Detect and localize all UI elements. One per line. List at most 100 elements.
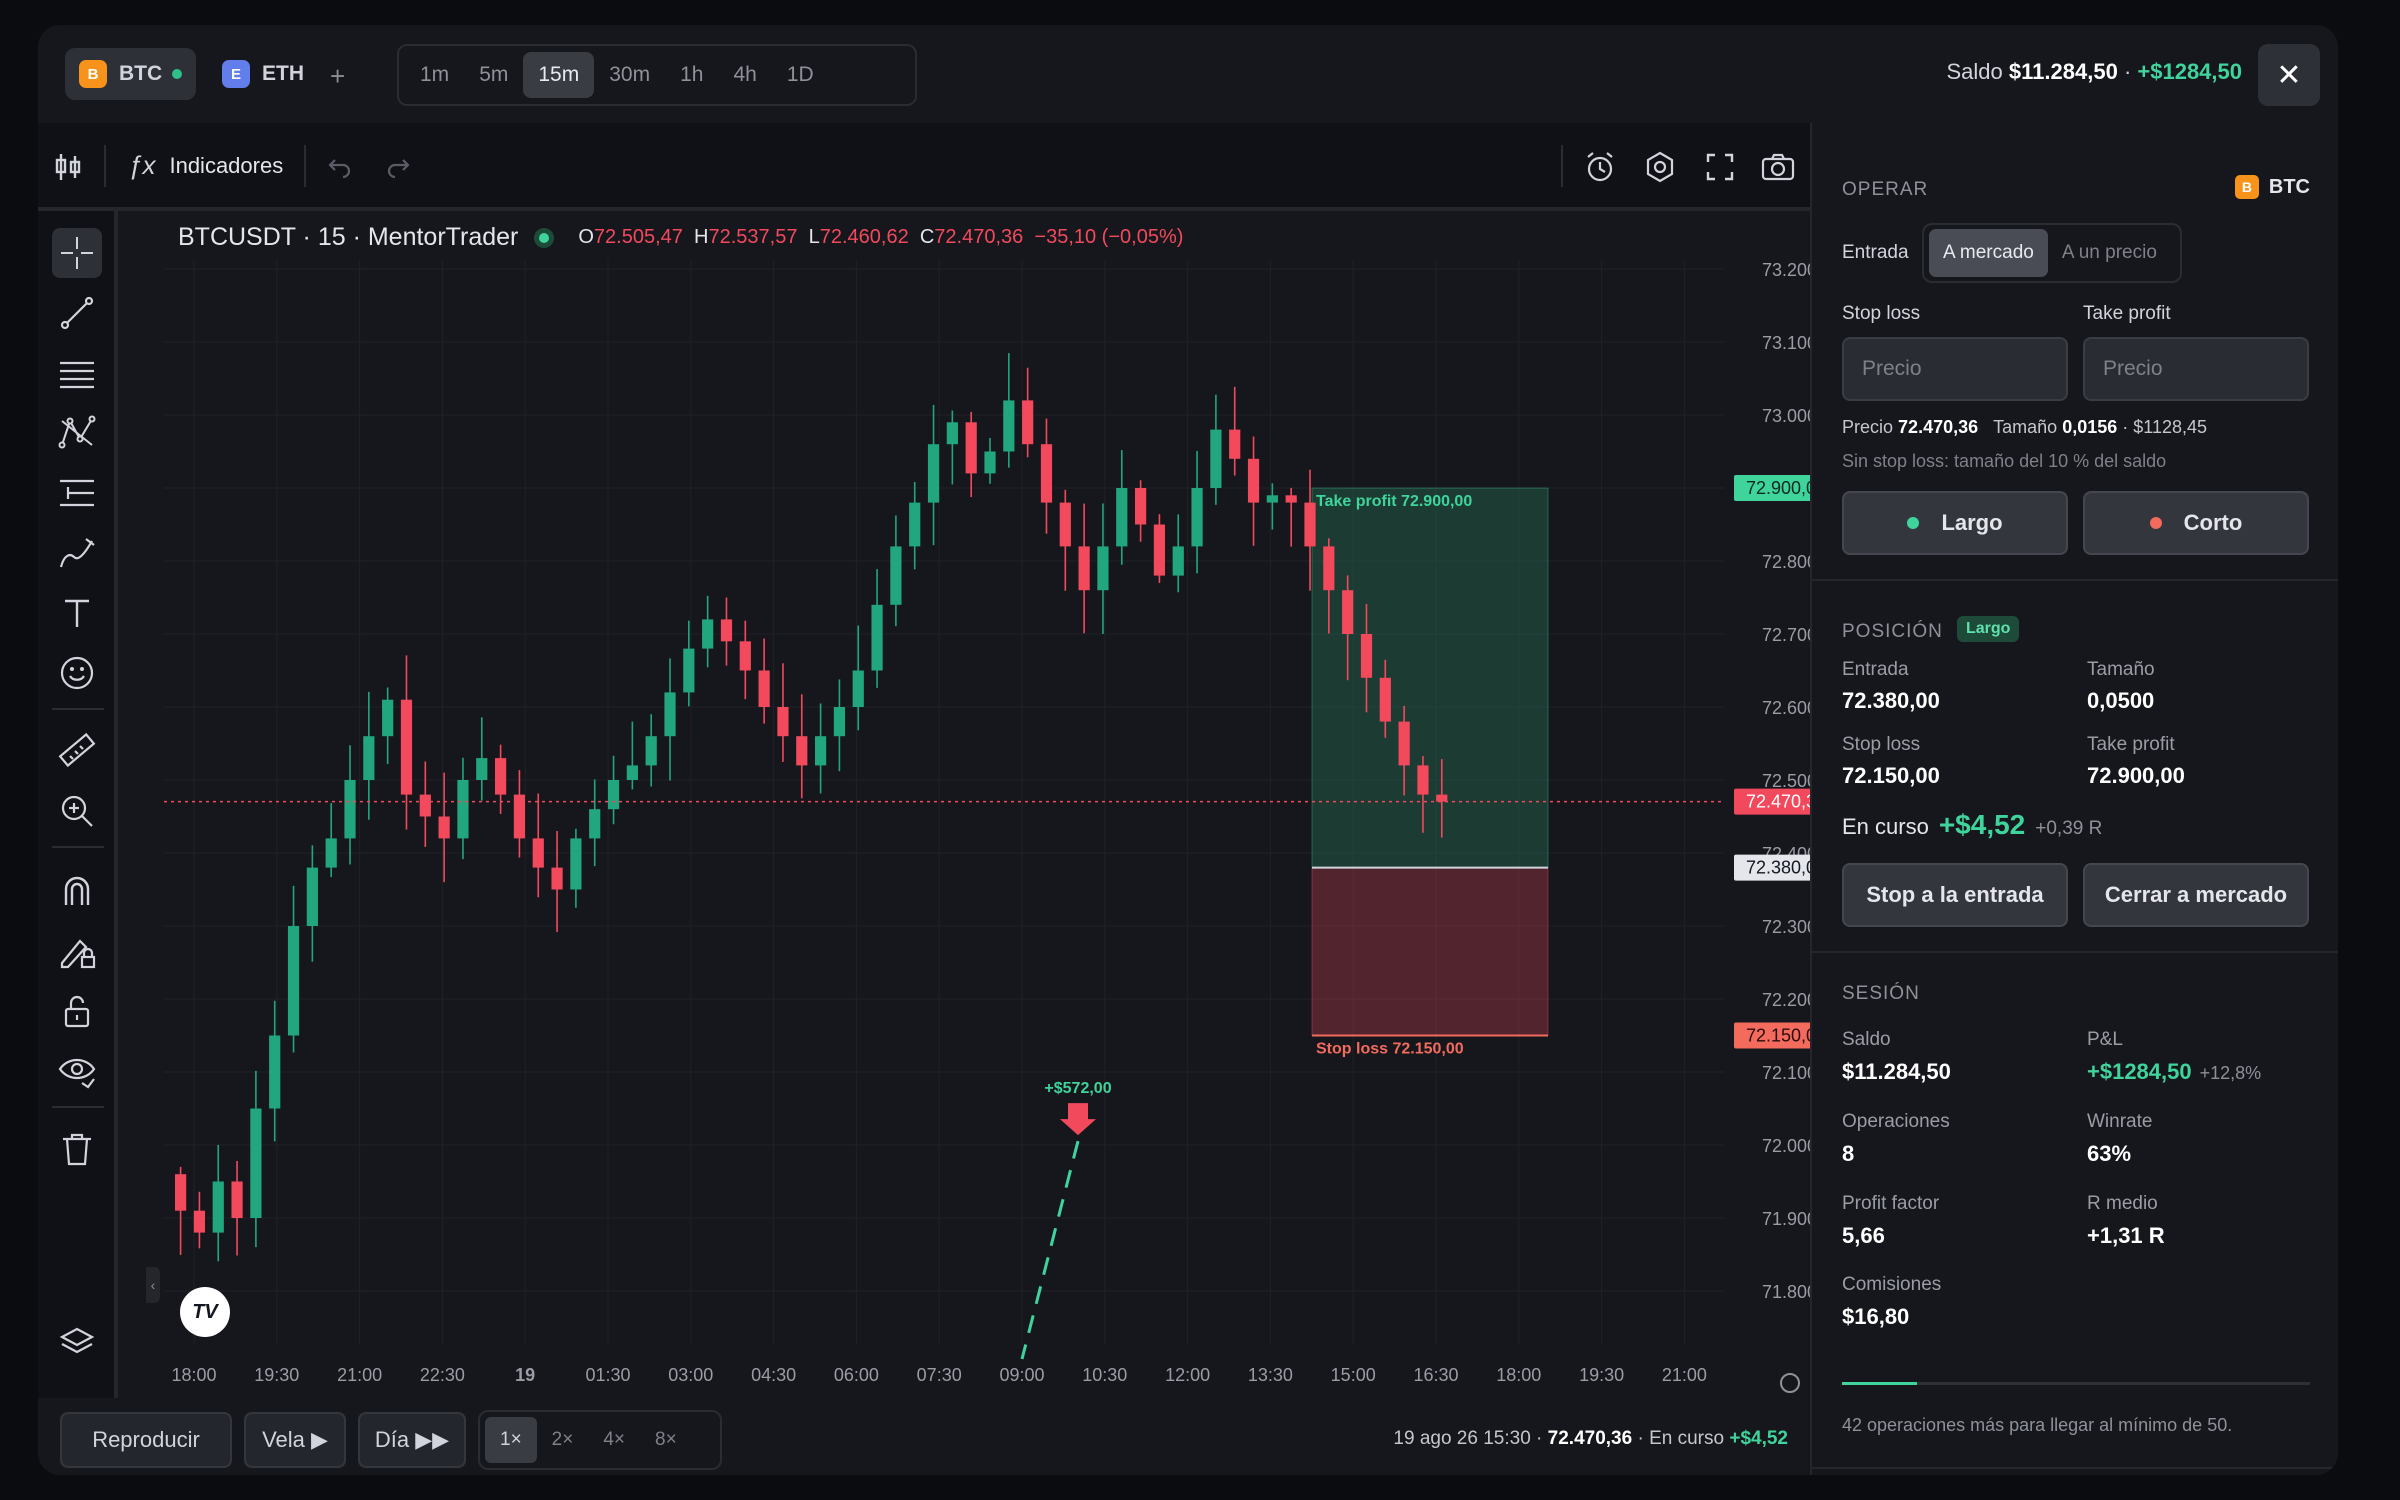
session-ops-value: 8: [1842, 1141, 1855, 1166]
timeframe-15m[interactable]: 15m: [523, 52, 595, 98]
take-profit-label: Take profit 72.900,00: [1316, 493, 1472, 510]
chart-type-icon[interactable]: [50, 149, 86, 185]
symbol-tab-btc[interactable]: B BTC: [65, 48, 197, 100]
app-window: B BTC E ETH + 1m 5m 15m 30m 1h 4h 1D Sal…: [38, 25, 2338, 1475]
trend-line-icon[interactable]: [52, 288, 102, 338]
position-tp-label: Take profit: [2087, 734, 2175, 755]
layers-icon[interactable]: [52, 1318, 102, 1368]
candle-body: [1191, 488, 1203, 547]
x-axis-tick-label: 19:30: [254, 1365, 299, 1385]
zoom-in-icon[interactable]: [52, 786, 102, 836]
session-pf-label: Profit factor: [1842, 1193, 1940, 1214]
candle-body: [664, 692, 676, 737]
horizontal-lines-icon[interactable]: [52, 348, 102, 398]
timeframe-4h[interactable]: 4h: [718, 52, 771, 98]
order-hint: Sin stop loss: tamaño del 10 % del saldo: [1842, 451, 2167, 471]
step-day-button[interactable]: Día ▶▶: [358, 1412, 466, 1468]
status-running-label: · En curso: [1637, 1428, 1725, 1449]
camera-icon[interactable]: [1760, 149, 1796, 185]
close-button[interactable]: ✕: [2258, 44, 2320, 106]
candle-body: [193, 1210, 206, 1233]
position-tp-value: 72.900,00: [2087, 763, 2185, 788]
toolbar-separator: [104, 145, 106, 187]
x-axis-tick-label: 18:00: [171, 1365, 216, 1385]
unlock-icon[interactable]: [52, 986, 102, 1036]
breakeven-button[interactable]: Stop a la entrada: [1842, 863, 2068, 927]
indicators-button[interactable]: ƒx Indicadores: [128, 150, 283, 181]
emoji-icon[interactable]: [52, 648, 102, 698]
position-side-label: Largo: [1957, 616, 2020, 642]
speed-8x[interactable]: 8×: [640, 1417, 692, 1463]
magnet-icon[interactable]: [52, 866, 102, 916]
take-profit-price-tag-label: 72.900,00: [1746, 478, 1810, 498]
timeframe-30m[interactable]: 30m: [594, 52, 665, 98]
candle-body: [1360, 634, 1373, 678]
pattern-icon[interactable]: [52, 408, 102, 458]
candle-body: [344, 780, 356, 839]
settings-icon[interactable]: [1642, 149, 1678, 185]
market-entry-option[interactable]: A mercado: [1929, 229, 2048, 277]
y-axis-tick-label: 72.100,00: [1762, 1063, 1810, 1083]
position-entry-value: 72.380,00: [1842, 688, 1940, 713]
timeframe-5m[interactable]: 5m: [464, 52, 523, 98]
redo-icon[interactable]: [380, 149, 416, 185]
order-section: OPERAR B BTC Entrada A mercado A un prec…: [1812, 123, 2338, 579]
candle-body: [1285, 495, 1297, 503]
session-rmean-value: +1,31 R: [2087, 1223, 2165, 1248]
add-symbol-button[interactable]: +: [330, 61, 345, 92]
text-icon[interactable]: [52, 588, 102, 638]
y-axis-tick-label: 71.900,00: [1762, 1209, 1810, 1229]
take-profit-input[interactable]: Precio: [2083, 337, 2309, 401]
limit-entry-option[interactable]: A un precio: [2048, 229, 2171, 277]
x-axis-tick-label: 18:00: [1496, 1365, 1541, 1385]
speed-1x[interactable]: 1×: [485, 1417, 537, 1463]
x-axis-tick-label: 15:00: [1331, 1365, 1376, 1385]
btc-coin-icon: B: [2234, 175, 2259, 199]
ruler-icon[interactable]: [52, 726, 102, 776]
alert-clock-icon[interactable]: [1582, 149, 1618, 185]
x-axis-tick-label: 16:30: [1413, 1365, 1458, 1385]
speed-4x[interactable]: 4×: [588, 1417, 640, 1463]
step-candle-button[interactable]: Vela ▶: [244, 1412, 346, 1468]
position-entry-label: Entrada: [1842, 659, 1909, 680]
short-button[interactable]: Corto: [2083, 491, 2309, 555]
close-label: C: [919, 226, 935, 248]
session-balance-label: Saldo: [1842, 1029, 1891, 1050]
candle-body: [852, 670, 864, 707]
prediction-icon[interactable]: [52, 468, 102, 518]
y-axis-tick-label: 72.300,00: [1762, 917, 1810, 937]
live-dot-icon: [172, 69, 183, 79]
undo-icon[interactable]: [322, 149, 358, 185]
chart-area[interactable]: 73.200,00 73.100,00 73.000,00 72.900,00 72.8…: [122, 211, 1810, 1398]
session-pnl-pct: +12,8%: [2199, 1063, 2262, 1083]
price-chart[interactable]: 73.200,00 73.100,00 73.000,00 72.900,00 72.8…: [122, 211, 1810, 1398]
order-size-label: Tamaño: [1993, 417, 2058, 437]
candle-body: [1003, 400, 1015, 452]
session-rmean-label: R medio: [2087, 1193, 2158, 1214]
candle-body: [250, 1108, 262, 1218]
position-sl-label: Stop loss: [1842, 734, 1921, 755]
lock-drawing-icon[interactable]: [52, 926, 102, 976]
long-button[interactable]: Largo: [1842, 491, 2068, 555]
collapse-tools-icon[interactable]: ‹: [146, 1267, 160, 1303]
timeframe-1d[interactable]: 1D: [772, 52, 829, 98]
crosshair-icon[interactable]: [52, 228, 102, 278]
session-winrate-value: 63%: [2087, 1141, 2132, 1166]
high-value: 72.537,57: [708, 226, 798, 248]
entry-type-label: Entrada: [1842, 242, 1909, 263]
symbol-tab-eth[interactable]: E ETH: [208, 48, 318, 100]
position-sl-value: 72.150,00: [1842, 763, 1940, 788]
open-value: 72.505,47: [593, 226, 683, 248]
speed-2x[interactable]: 2×: [537, 1417, 589, 1463]
stop-loss-input[interactable]: Precio: [1842, 337, 2068, 401]
timeframe-1h[interactable]: 1h: [665, 52, 718, 98]
play-button[interactable]: Reproducir: [60, 1412, 232, 1468]
trash-icon[interactable]: [52, 1124, 102, 1174]
candle-body: [927, 444, 940, 503]
candle-body: [589, 809, 601, 839]
visibility-icon[interactable]: [52, 1046, 102, 1096]
brush-icon[interactable]: [52, 528, 102, 578]
timeframe-1m[interactable]: 1m: [405, 52, 464, 98]
close-position-button[interactable]: Cerrar a mercado: [2083, 863, 2309, 927]
fullscreen-icon[interactable]: [1702, 149, 1738, 185]
